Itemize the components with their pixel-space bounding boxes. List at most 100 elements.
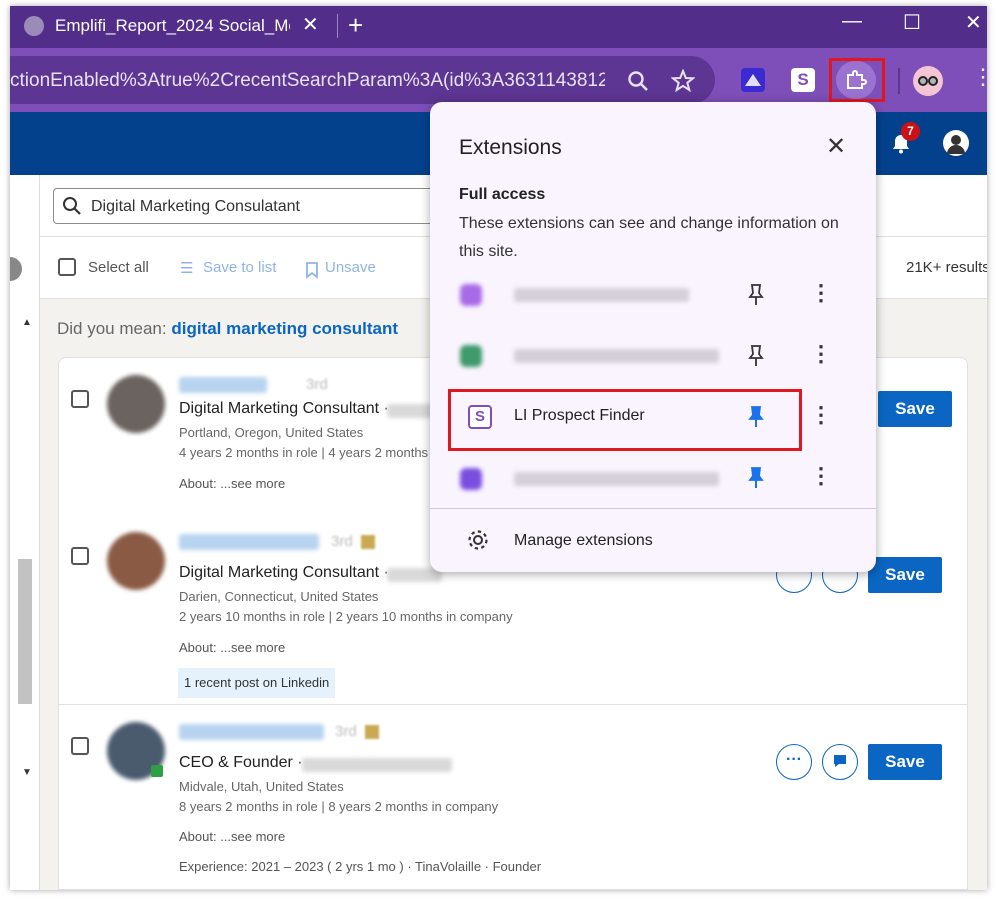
extensions-popup: Extensions ✕ Full access These extension… xyxy=(430,102,876,572)
globe-icon xyxy=(24,16,44,36)
extension-name-blurred xyxy=(514,472,719,486)
extension-icon xyxy=(460,345,482,367)
results-count: 21K+ results xyxy=(906,259,987,276)
message-bubble-icon xyxy=(834,755,846,767)
browser-tab[interactable]: Emplifi_Report_2024 Social_Med ✕ xyxy=(10,6,340,48)
li-prospect-finder-icon: S xyxy=(468,405,492,429)
pin-filled-icon[interactable] xyxy=(746,405,766,429)
save-button[interactable]: Save xyxy=(878,391,952,427)
extension-row-menu-icon[interactable]: ⋮ xyxy=(810,463,832,489)
message-button[interactable] xyxy=(822,744,858,780)
toolbar-divider xyxy=(898,68,900,94)
profile-avatar[interactable] xyxy=(913,66,943,96)
profile-name-blurred[interactable] xyxy=(179,534,319,550)
extension-row-menu-icon[interactable]: ⋮ xyxy=(810,280,832,306)
profile-tenure: 2 years 10 months in role | 2 years 10 m… xyxy=(179,609,513,624)
popup-close-icon[interactable]: ✕ xyxy=(826,132,846,161)
title-bar: Emplifi_Report_2024 Social_Med ✕ + — ☐ ✕ xyxy=(10,6,987,48)
did-you-mean-prefix: Did you mean: xyxy=(57,319,172,338)
minimize-button[interactable]: — xyxy=(842,10,862,33)
popup-title: Extensions xyxy=(459,136,562,159)
unsave-link[interactable]: Unsave xyxy=(325,259,376,276)
extension-name-blurred xyxy=(514,288,689,302)
profile-tenure: 4 years 2 months in role | 4 years 2 mon… xyxy=(179,445,429,460)
scroll-down-icon[interactable]: ▼ xyxy=(22,767,32,778)
tab-title: Emplifi_Report_2024 Social_Med xyxy=(55,16,290,35)
extension-row-blurred[interactable] xyxy=(460,468,720,490)
li-prospect-finder-name[interactable]: LI Prospect Finder xyxy=(514,407,645,425)
profile-photo[interactable] xyxy=(107,532,165,590)
maximize-button[interactable]: ☐ xyxy=(903,10,921,35)
extension-icon xyxy=(460,284,482,306)
new-tab-button[interactable]: + xyxy=(348,10,363,41)
premium-badge-icon xyxy=(361,535,375,549)
left-rail: ▲ ▼ xyxy=(10,175,40,890)
me-avatar[interactable] xyxy=(943,130,969,156)
profile-headline: Digital Marketing Consultant · xyxy=(179,400,389,417)
search-icon xyxy=(63,197,81,215)
about-see-more[interactable]: About: ...see more xyxy=(179,640,285,655)
gear-icon xyxy=(468,530,488,550)
search-value: Digital Marketing Consulatant xyxy=(91,198,300,215)
result-checkbox[interactable] xyxy=(71,737,89,755)
profile-headline: CEO & Founder · xyxy=(179,754,303,771)
address-bar[interactable]: ctionEnabled%3Atrue%2CrecentSearchParam%… xyxy=(10,56,715,104)
result-checkbox[interactable] xyxy=(71,547,89,565)
bookmark-icon xyxy=(306,262,318,279)
s-extension-icon[interactable]: S xyxy=(791,68,815,92)
full-access-heading: Full access xyxy=(459,186,546,203)
list-icon: ☰ xyxy=(180,260,194,277)
about-see-more[interactable]: About: ...see more xyxy=(179,829,285,844)
profile-location: Darien, Connecticut, United States xyxy=(179,589,379,604)
more-actions-button[interactable]: ··· xyxy=(776,744,812,780)
pin-outline-icon[interactable] xyxy=(746,344,766,368)
did-you-mean: Did you mean: digital marketing consulta… xyxy=(57,319,398,339)
extension-name-blurred xyxy=(514,349,719,363)
profile-name-blurred[interactable] xyxy=(179,724,324,740)
tab-close-icon[interactable]: ✕ xyxy=(302,12,319,37)
extension-row-blurred[interactable] xyxy=(460,345,720,367)
pin-outline-icon[interactable] xyxy=(746,283,766,307)
company-blurred xyxy=(387,568,442,582)
profile-headline: Digital Marketing Consultant · xyxy=(179,564,389,581)
select-all-label[interactable]: Select all xyxy=(88,259,149,276)
notifications-badge: 7 xyxy=(901,122,920,141)
profile-location: Midvale, Utah, United States xyxy=(179,779,344,794)
popup-divider xyxy=(430,508,876,509)
online-status-icon xyxy=(151,765,163,777)
extension-row-menu-icon[interactable]: ⋮ xyxy=(810,402,832,428)
extensions-highlight-box xyxy=(829,58,885,102)
result-checkbox[interactable] xyxy=(71,390,89,408)
profile-photo[interactable] xyxy=(107,375,165,433)
save-button[interactable]: Save xyxy=(868,744,942,780)
scroll-up-icon[interactable]: ▲ xyxy=(22,317,32,328)
manage-extensions-link[interactable]: Manage extensions xyxy=(514,532,653,550)
save-to-list-link[interactable]: Save to list xyxy=(203,259,276,276)
result-card: 3rd CEO & Founder · Midvale, Utah, Unite… xyxy=(58,705,968,890)
extension-pin-icon[interactable] xyxy=(741,68,765,92)
profile-name-blurred[interactable] xyxy=(179,377,267,393)
tab-separator xyxy=(337,14,338,38)
rail-collapse-handle[interactable] xyxy=(10,257,22,281)
recent-post-chip[interactable]: 1 recent post on Linkedin xyxy=(178,668,336,698)
bookmark-star-icon[interactable] xyxy=(671,69,695,93)
about-see-more[interactable]: About: ...see more xyxy=(179,476,285,491)
url-text[interactable]: ctionEnabled%3Atrue%2CrecentSearchParam%… xyxy=(10,70,605,92)
search-input[interactable]: Digital Marketing Consulatant xyxy=(53,188,453,224)
scrollbar-thumb[interactable] xyxy=(18,559,32,704)
did-you-mean-suggestion[interactable]: digital marketing consultant xyxy=(171,319,398,338)
browser-menu-icon[interactable]: ⋮ xyxy=(972,64,987,90)
zoom-icon[interactable] xyxy=(626,69,650,93)
pin-filled-icon[interactable] xyxy=(746,466,766,490)
connection-degree: 3rd xyxy=(306,376,328,393)
connection-degree: 3rd xyxy=(331,533,353,550)
window-close-button[interactable]: ✕ xyxy=(965,10,982,35)
extension-row-menu-icon[interactable]: ⋮ xyxy=(810,341,832,367)
connection-degree: 3rd xyxy=(335,723,357,740)
full-access-description: These extensions can see and change info… xyxy=(459,215,839,260)
extension-row-blurred[interactable] xyxy=(460,284,720,306)
save-button[interactable]: Save xyxy=(868,557,942,593)
premium-badge-icon xyxy=(365,725,379,739)
extension-icon xyxy=(460,468,482,490)
select-all-checkbox[interactable] xyxy=(58,258,76,276)
